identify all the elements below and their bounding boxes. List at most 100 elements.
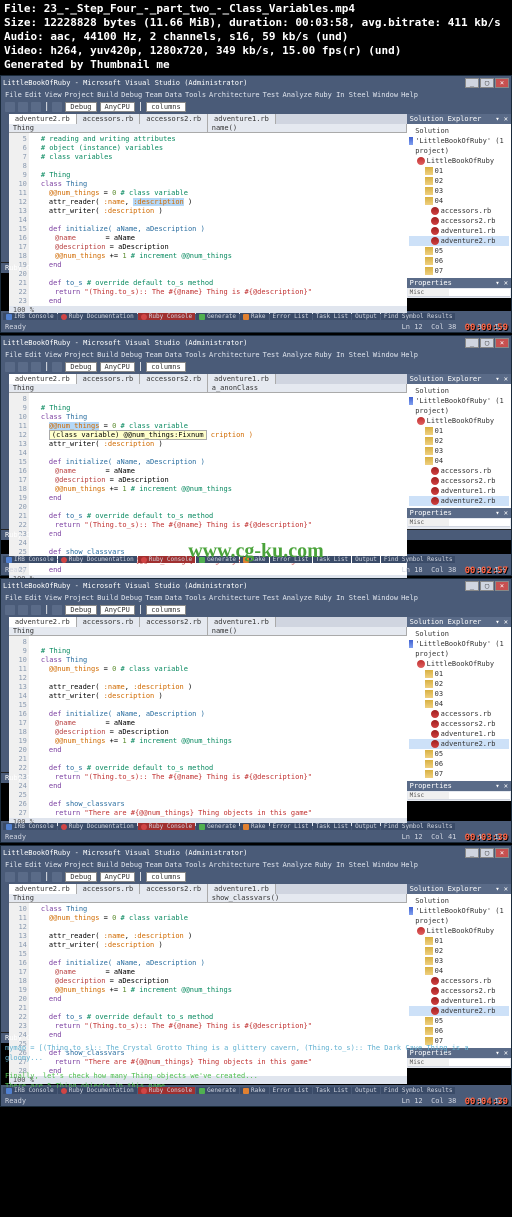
nav-bar[interactable]: Thing a_anonClass	[9, 384, 407, 393]
bottom-tool-tabs[interactable]: IRB ConsoleRuby DocumentationRuby Consol…	[1, 1085, 511, 1096]
irb-icon	[6, 314, 12, 320]
nav-bar[interactable]: Thing name()	[9, 124, 407, 133]
solution-explorer-header[interactable]: Solution Explorer▾ ✕	[407, 374, 511, 384]
tab-accessors2[interactable]: accessors2.rb	[140, 114, 208, 124]
tab-adventure1[interactable]: adventure1.rb	[208, 374, 276, 384]
minimize-button[interactable]: _	[465, 78, 479, 88]
tab-accessors[interactable]: accessors.rb	[77, 617, 141, 627]
nav-bar[interactable]: Thing name()	[9, 627, 407, 636]
close-button[interactable]: ×	[495, 78, 509, 88]
maximize-button[interactable]: ▢	[480, 581, 494, 591]
tab-accessors[interactable]: accessors.rb	[77, 374, 141, 384]
tab-adventure1[interactable]: adventure1.rb	[208, 617, 276, 627]
close-button[interactable]: ×	[495, 338, 509, 348]
properties-panel[interactable]: Misc	[407, 288, 511, 298]
thumbnail-3: LittleBookOfRuby - Microsoft Visual Stud…	[0, 577, 512, 844]
menu-bar[interactable]: FileEditViewProjectBuildDebugTeamDataToo…	[1, 860, 511, 870]
line-gutter: 89101112131415161718192021222324252627	[9, 636, 29, 818]
properties-header[interactable]: Properties▾ ✕	[407, 781, 511, 791]
solution-explorer-header[interactable]: Solution Explorer▾ ✕	[407, 114, 511, 124]
tab-accessors2[interactable]: accessors2.rb	[140, 374, 208, 384]
columns-combo[interactable]: columns	[146, 102, 186, 112]
solution-explorer[interactable]: Solution 'LittleBookOfRuby' (1 project) …	[407, 627, 511, 781]
code-content[interactable]: # reading and writing attributes # objec…	[29, 133, 407, 306]
properties-panel[interactable]: Misc	[407, 518, 511, 529]
solution-explorer-header[interactable]: Solution Explorer▾ ✕	[407, 884, 511, 894]
class-combo[interactable]: Thing	[9, 384, 208, 392]
solution-explorer[interactable]: Solution 'LittleBookOfRuby' (1 project) …	[407, 894, 511, 1048]
ruby-file-icon	[431, 227, 439, 235]
close-button[interactable]: ×	[495, 581, 509, 591]
left-dock[interactable]	[1, 884, 9, 1032]
editor-tabs[interactable]: adventure2.rb accessors.rb accessors2.rb…	[9, 374, 407, 384]
solution-explorer-header[interactable]: Solution Explorer▾ ✕	[407, 617, 511, 627]
properties-header[interactable]: Properties▾ ✕	[407, 508, 511, 518]
editor-tabs[interactable]: adventure2.rb accessors.rb accessors2.rb…	[9, 884, 407, 894]
minimize-button[interactable]: _	[465, 338, 479, 348]
toolbar[interactable]: | DebugAnyCPU|columns	[1, 360, 511, 374]
code-editor[interactable]: 567891011121314151617181920212223 # read…	[9, 133, 407, 306]
nav-bar[interactable]: Thing show_classvars()	[9, 894, 407, 903]
thumbnail-2: LittleBookOfRuby - Microsoft Visual Stud…	[0, 334, 512, 577]
tab-adventure2[interactable]: adventure2.rb	[9, 374, 77, 384]
tab-adventure2[interactable]: adventure2.rb	[9, 884, 77, 894]
maximize-button[interactable]: ▢	[480, 78, 494, 88]
member-combo[interactable]: a_anonClass	[208, 384, 407, 392]
tab-adventure2[interactable]: adventure2.rb	[9, 617, 77, 627]
new-icon[interactable]	[5, 102, 15, 112]
class-combo[interactable]: Thing	[9, 124, 208, 132]
class-combo[interactable]: Thing	[9, 627, 208, 635]
config-combo[interactable]: Debug	[65, 102, 96, 112]
close-button[interactable]: ×	[495, 848, 509, 858]
save-icon[interactable]	[31, 102, 41, 112]
status-bar: Ready Ln 12 Col 38 Ch 38 INS	[1, 322, 511, 332]
editor-tabs[interactable]: adventure2.rb accessors.rb accessors2.rb…	[9, 617, 407, 627]
member-combo[interactable]: show_classvars()	[208, 894, 407, 902]
ruby-file-icon	[431, 217, 439, 225]
left-dock[interactable]	[1, 114, 9, 262]
tab-adventure1[interactable]: adventure1.rb	[208, 884, 276, 894]
minimize-button[interactable]: _	[465, 581, 479, 591]
member-combo[interactable]: name()	[208, 124, 407, 132]
properties-panel[interactable]: Misc	[407, 1058, 511, 1068]
generate-icon	[199, 314, 205, 320]
bottom-tool-tabs[interactable]: IRB ConsoleRuby DocumentationRuby Consol…	[1, 821, 511, 832]
minimize-button[interactable]: _	[465, 848, 479, 858]
toolbar[interactable]: | DebugAnyCPU|columns	[1, 870, 511, 884]
class-combo[interactable]: Thing	[9, 894, 208, 902]
toolbar[interactable]: | Debug AnyCPU | columns	[1, 100, 511, 114]
open-icon[interactable]	[18, 102, 28, 112]
editor-tabs[interactable]: adventure2.rb accessors.rb accessors2.rb…	[9, 114, 407, 124]
properties-header[interactable]: Properties▾ ✕	[407, 278, 511, 288]
tooltip: (class variable) @@num_things:Fixnum	[49, 430, 207, 440]
titlebar: LittleBookOfRuby - Microsoft Visual Stud…	[1, 846, 511, 860]
solution-explorer[interactable]: Solution 'LittleBookOfRuby' (1 project) …	[407, 384, 511, 508]
menu-bar[interactable]: FileEditViewProjectBuildDebugTeamDataToo…	[1, 593, 511, 603]
code-editor[interactable]: 89101112131415161718192021222324252627 #…	[9, 636, 407, 818]
left-dock[interactable]	[1, 374, 9, 529]
maximize-button[interactable]: ▢	[480, 338, 494, 348]
menu-bar[interactable]: FileEditViewProjectBuildDebugTeamDataToo…	[1, 350, 511, 360]
toolbar[interactable]: | DebugAnyCPU|columns	[1, 603, 511, 617]
tab-adventure1[interactable]: adventure1.rb	[208, 114, 276, 124]
run-icon[interactable]	[52, 102, 62, 112]
media-info-header: File: 23_-_Step_Four_-_part_two_-_Class_…	[0, 0, 512, 74]
tab-accessors[interactable]: accessors.rb	[77, 114, 141, 124]
properties-panel[interactable]: Misc	[407, 791, 511, 801]
tab-accessors2[interactable]: accessors2.rb	[140, 617, 208, 627]
tab-accessors[interactable]: accessors.rb	[77, 884, 141, 894]
code-content[interactable]: # Thing class Thing @@num_things = 0 # c…	[29, 636, 407, 818]
folder-icon	[425, 177, 433, 185]
member-combo[interactable]: name()	[208, 627, 407, 635]
solution-explorer[interactable]: Solution 'LittleBookOfRuby' (1 project) …	[407, 124, 511, 278]
tab-adventure2[interactable]: adventure2.rb	[9, 114, 77, 124]
window-title: LittleBookOfRuby - Microsoft Visual Stud…	[3, 849, 247, 857]
tab-accessors2[interactable]: accessors2.rb	[140, 884, 208, 894]
platform-combo[interactable]: AnyCPU	[100, 102, 135, 112]
left-dock[interactable]	[1, 617, 9, 772]
maximize-button[interactable]: ▢	[480, 848, 494, 858]
ruby-file-icon	[431, 237, 439, 245]
bottom-tool-tabs[interactable]: IRB Console Ruby Documentation Ruby Cons…	[1, 311, 511, 322]
status-bar: ReadyLn 12 Col 38 Ch 38 INS	[1, 1096, 511, 1106]
menu-bar[interactable]: FileEditViewProjectBuildDebugTeamDataToo…	[1, 90, 511, 100]
